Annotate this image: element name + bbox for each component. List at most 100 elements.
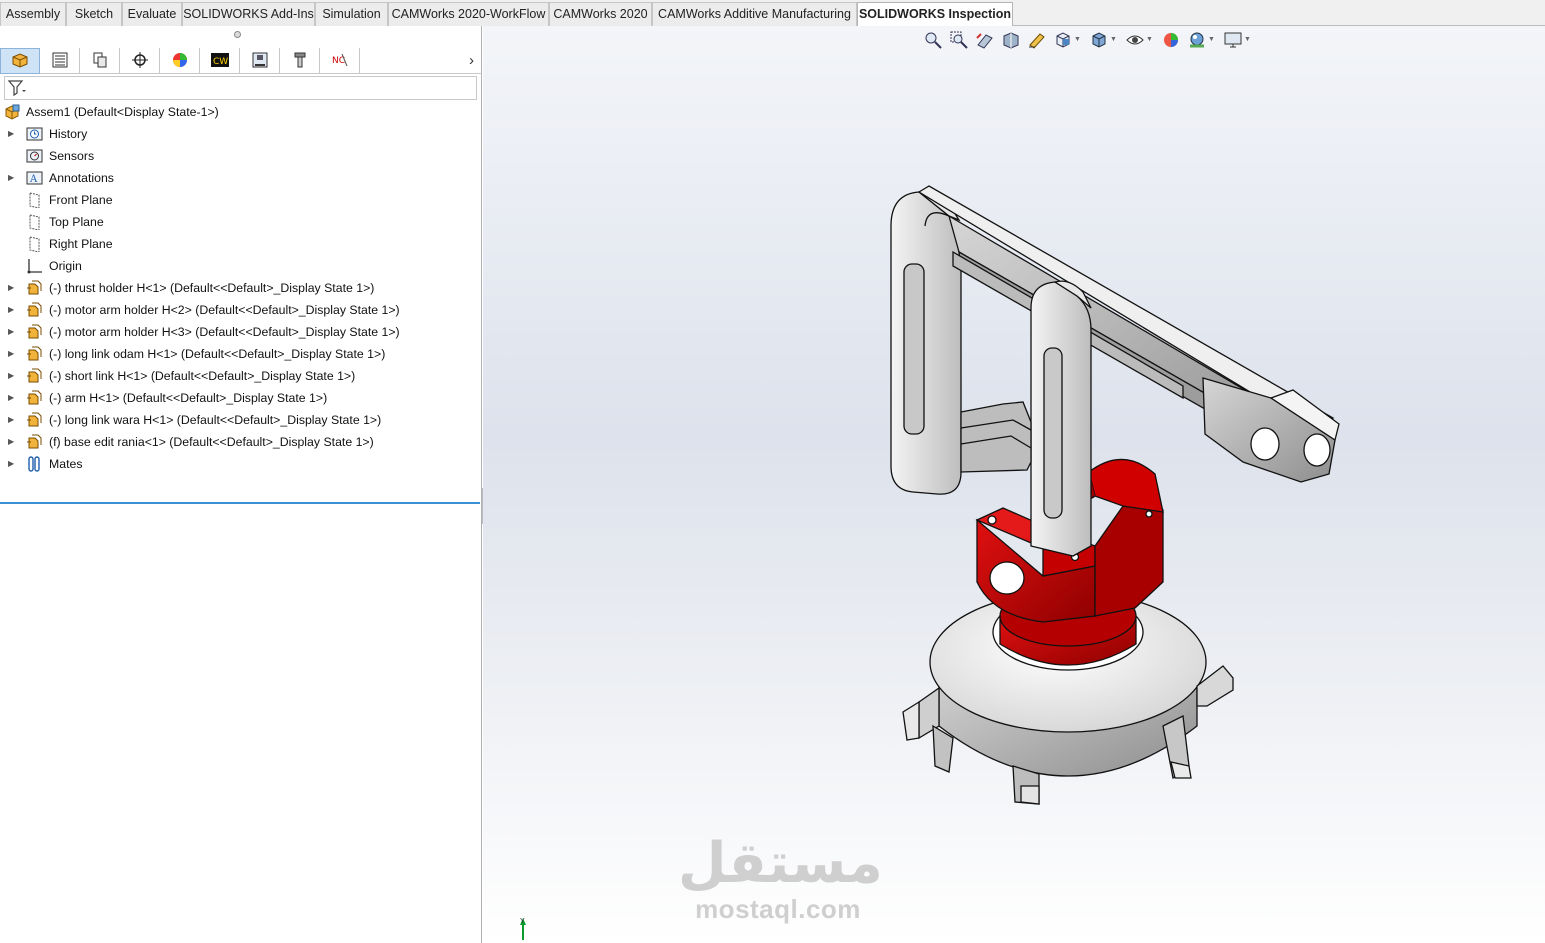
tree-item-right-plane[interactable]: Right Plane: [0, 233, 482, 255]
tree-item-label: (-) thrust holder H<1> (Default<<Default…: [49, 281, 375, 295]
tree-item-origin[interactable]: Origin: [0, 255, 482, 277]
part-icon: [26, 368, 43, 384]
part-icon: [26, 412, 43, 428]
expand-arrow-icon[interactable]: ▶: [8, 453, 14, 475]
feature-tree: Assem1 (Default<Display State-1>) ▶ Histo…: [0, 101, 482, 475]
long-link-odam: [890, 189, 962, 495]
tree-item-motor-arm-holder-h-2-default-default-dis[interactable]: ▶ (-) motor arm holder H<2> (Default<<Def…: [0, 299, 482, 321]
part-icon: [26, 390, 43, 406]
manager-tab-dimxpertmanager[interactable]: [120, 48, 160, 74]
configurationmanager-icon: [91, 52, 109, 71]
tree-item-label: (f) base edit rania<1> (Default<<Default…: [49, 435, 374, 449]
manager-tab-displaymanager[interactable]: [160, 48, 200, 74]
expand-arrow-icon[interactable]: ▶: [8, 321, 14, 343]
ribbon-tab-camworks-2020[interactable]: CAMWorks 2020: [549, 2, 652, 26]
tree-item-label: Front Plane: [49, 193, 113, 207]
expand-arrow-icon[interactable]: ▶: [8, 365, 14, 387]
manager-tab-camworks-tool-tree[interactable]: [280, 48, 320, 74]
plane-icon: [26, 214, 43, 231]
tree-item-motor-arm-holder-h-3-default-default-dis[interactable]: ▶ (-) motor arm holder H<3> (Default<<Def…: [0, 321, 482, 343]
part-icon: [26, 302, 43, 318]
panel-grip-handle[interactable]: [234, 31, 241, 38]
tree-item-label: (-) short link H<1> (Default<<Default>_D…: [49, 369, 356, 383]
manager-tab-camworks-feature-tree[interactable]: CW: [200, 48, 240, 74]
manager-tab-configurationmanager[interactable]: [80, 48, 120, 74]
tree-item-front-plane[interactable]: Front Plane: [0, 189, 482, 211]
tree-item-sensors[interactable]: Sensors: [0, 145, 482, 167]
plane-icon: [26, 192, 43, 209]
ribbon-tab-simulation[interactable]: Simulation: [315, 2, 388, 26]
assembly-icon: [4, 104, 21, 120]
watermark-latin: mostaql.com: [695, 894, 861, 924]
manager-tab-featuremanager[interactable]: [0, 48, 40, 74]
tree-item-mates[interactable]: ▶ Mates: [0, 453, 482, 475]
ribbon-tab-assembly[interactable]: Assembly: [0, 2, 66, 26]
ribbon-tab-camworks-2020-workflow[interactable]: CAMWorks 2020-WorkFlow: [388, 2, 549, 26]
part-icon: [26, 280, 43, 296]
expand-arrow-icon[interactable]: ▶: [8, 431, 14, 453]
part-icon: [26, 324, 43, 340]
manager-tab-propertymanager[interactable]: [40, 48, 80, 74]
camworks-operation-tree-icon: [251, 52, 269, 71]
sensors-icon: [26, 148, 43, 164]
tree-item-long-link-odam-h-1-default-default-displ[interactable]: ▶ (-) long link odam H<1> (Default<<Defau…: [0, 343, 482, 365]
tree-root-assembly[interactable]: Assem1 (Default<Display State-1>): [0, 101, 482, 123]
tree-item-label: (-) motor arm holder H<2> (Default<<Defa…: [49, 303, 400, 317]
tree-item-top-plane[interactable]: Top Plane: [0, 211, 482, 233]
chevron-right-icon[interactable]: ›: [469, 52, 474, 69]
featuremanager-panel: › CW NC Assem1 (Default<Display State-1>)…: [0, 26, 482, 943]
tree-item-short-link-h-1-default-default-display-s[interactable]: ▶ (-) short link H<1> (Default<<Default>_…: [0, 365, 482, 387]
history-icon: [26, 126, 43, 142]
tree-item-long-link-wara-h-1-default-default-displ[interactable]: ▶ (-) long link wara H<1> (Default<<Defau…: [0, 409, 482, 431]
ribbon-tab-evaluate[interactable]: Evaluate: [122, 2, 182, 26]
dimxpertmanager-icon: [131, 51, 149, 71]
expand-arrow-icon[interactable]: ▶: [8, 409, 14, 431]
tree-item-label: Origin: [49, 259, 82, 273]
tree-item-annotations[interactable]: ▶ A Annotations: [0, 167, 482, 189]
tree-item-history[interactable]: ▶ History: [0, 123, 482, 145]
tree-item-label: Mates: [49, 457, 83, 471]
part-icon: [26, 346, 43, 362]
tree-item-label: (-) motor arm holder H<3> (Default<<Defa…: [49, 325, 400, 339]
feature-filter-box[interactable]: [4, 76, 477, 100]
svg-text:A: A: [29, 174, 38, 185]
triad-y-label: Y: [520, 918, 525, 925]
ribbon-tab-sketch[interactable]: Sketch: [66, 2, 122, 26]
manager-tab-camworks-nc-manager[interactable]: NC: [320, 48, 360, 74]
filter-icon[interactable]: [7, 80, 26, 100]
tree-item-label: (-) long link odam H<1> (Default<<Defaul…: [49, 347, 386, 361]
watermark-logo: مستقل mostaql.com: [678, 831, 883, 925]
propertymanager-icon: [51, 52, 69, 71]
tree-item-label: Right Plane: [49, 237, 113, 251]
manager-tabs: › CW NC: [0, 48, 482, 74]
manager-tab-camworks-operation-tree[interactable]: [240, 48, 280, 74]
ribbon-tab-solidworks-inspection[interactable]: SOLIDWORKS Inspection: [857, 2, 1013, 27]
ribbon-tab-camworks-additive-manufacturing[interactable]: CAMWorks Additive Manufacturing: [652, 2, 857, 26]
expand-arrow-icon[interactable]: ▶: [8, 167, 14, 189]
short-link: [1030, 280, 1092, 557]
tree-item-f-base-edit-rania-1-default-default-disp[interactable]: ▶ (f) base edit rania<1> (Default<<Defaul…: [0, 431, 482, 453]
graphics-area[interactable]: ▼ ▼ ▼ ▼ ▼ Y مستقل mostaql.com: [483, 26, 1545, 943]
part-icon: [26, 434, 43, 450]
displaymanager-icon: [171, 52, 189, 71]
camworks-nc-manager-icon: NC: [331, 52, 349, 71]
expand-arrow-icon[interactable]: ▶: [8, 123, 14, 145]
robot-arm-model[interactable]: [483, 26, 1545, 943]
expand-arrow-icon[interactable]: ▶: [8, 299, 14, 321]
expand-arrow-icon[interactable]: ▶: [8, 387, 14, 409]
ribbon-tab-solidworks-add-ins[interactable]: SOLIDWORKS Add-Ins: [182, 2, 315, 26]
annotations-icon: A: [26, 170, 43, 186]
solidworks-window: Assembly Sketch Evaluate SOLIDWORKS Add-Ins…: [0, 0, 1545, 943]
tree-item-thrust-holder-h-1-default-default-displa[interactable]: ▶ (-) thrust holder H<1> (Default<<Defaul…: [0, 277, 482, 299]
expand-arrow-icon[interactable]: ▶: [8, 277, 14, 299]
tree-item-label: Annotations: [49, 171, 114, 185]
tree-item-arm-h-1-default-default-display-state-1[interactable]: ▶ (-) arm H<1> (Default<<Default>_Display…: [0, 387, 482, 409]
origin-icon: [26, 258, 43, 274]
camworks-feature-tree-icon: CW: [210, 52, 230, 71]
camworks-tool-tree-icon: [291, 52, 309, 71]
svg-text:CW: CW: [213, 57, 228, 67]
watermark-arabic: مستقل: [678, 831, 883, 896]
tree-root-label: Assem1 (Default<Display State-1>): [26, 105, 219, 119]
mates-icon: [26, 456, 43, 472]
expand-arrow-icon[interactable]: ▶: [8, 343, 14, 365]
